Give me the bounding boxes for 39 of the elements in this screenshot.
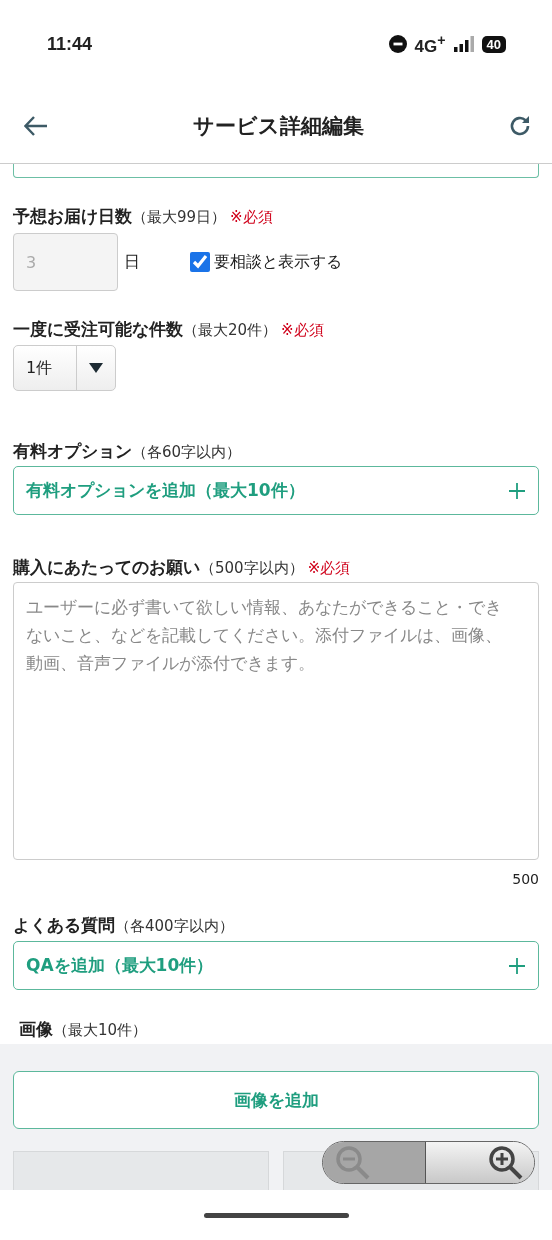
request-textarea[interactable]: ユーザーに必ず書いて欲しい情報、あなたができること・できないこと、などを記載してください。添付ファイルは、画像、動画、音声ファイルが添付できます。 (13, 582, 539, 860)
field-note: （500字以内） (200, 558, 304, 579)
network-type: 4G$^{+}$ (414, 31, 446, 57)
field-label: 画像 (19, 1018, 53, 1041)
zoom-in-icon (488, 1144, 524, 1181)
plus-icon (508, 956, 526, 975)
zoom-in-button[interactable] (425, 1142, 534, 1183)
field-note: （各60字以内） (132, 442, 242, 463)
add-image-button[interactable]: 画像を追加 (13, 1071, 539, 1129)
field-note: （最大20件） (183, 320, 278, 341)
field-label: 予想お届け日数 (13, 205, 132, 228)
battery-level: 40 (481, 35, 506, 53)
field-label: 購入にあたってのお願い (13, 556, 200, 579)
unit-label: 日 (124, 251, 140, 273)
count-dropdown[interactable]: 1件 (13, 345, 116, 391)
add-option-button[interactable]: 有料オプションを追加（最大10件） (13, 466, 539, 515)
field-note: （各400字以内） (115, 916, 234, 937)
required-mark: ※必須 (307, 558, 351, 579)
add-qa-button[interactable]: QAを追加（最大10件） (13, 941, 539, 990)
text-field[interactable] (13, 164, 539, 178)
char-counter: 500 (511, 870, 540, 888)
dropdown-triangle-icon (89, 363, 103, 373)
field-label: よくある質問 (13, 914, 115, 937)
signal-icon (453, 36, 474, 52)
required-mark: ※必須 (230, 207, 273, 228)
home-indicator[interactable] (203, 1212, 349, 1218)
status-time: 11:44 (47, 33, 93, 55)
screen-title: サービス詳細編集 (192, 112, 364, 140)
field-note: （最大99日） (132, 207, 227, 228)
field-label: 一度に受注可能な件数 (13, 318, 183, 341)
field-note: （最大10件） (53, 1020, 148, 1041)
field-label: 有料オプション (13, 440, 132, 463)
required-mark: ※必須 (281, 320, 324, 341)
zoom-out-icon (335, 1144, 371, 1181)
checkbox-label: 要相談と表示する (214, 251, 342, 273)
do-not-disturb-icon (388, 35, 407, 53)
back-arrow-icon[interactable] (24, 115, 48, 136)
zoom-menu[interactable] (322, 1141, 535, 1184)
plus-icon (508, 481, 526, 500)
